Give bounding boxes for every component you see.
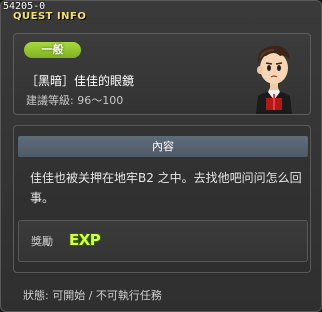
quest-info-window: 54205-0 QUEST INFO 一般 ［黑暗］佳佳的眼鏡 建議等級: 96… — [0, 0, 322, 312]
npc-portrait — [256, 45, 292, 114]
quest-content-panel: 內容 佳佳也被关押在地牢B2 之中。去找他吧问问怎么回事。 獎勵 EXP — [13, 125, 311, 273]
reward-label: 獎勵 — [31, 235, 53, 248]
quest-header-panel: 一般 ［黑暗］佳佳的眼鏡 建議等級: 96～100 — [13, 33, 311, 115]
quest-category-badge: 一般 — [24, 42, 81, 58]
recommended-level: 建議等級: 96～100 — [26, 94, 124, 107]
quest-description: 佳佳也被关押在地牢B2 之中。去找他吧问问怎么回事。 — [30, 171, 302, 205]
quest-status: 狀態: 可開始 / 不可執行任務 — [23, 289, 162, 302]
quest-name: ［黑暗］佳佳的眼鏡 — [26, 74, 135, 88]
window-title: QUEST INFO — [13, 11, 87, 22]
content-header: 內容 — [18, 136, 308, 157]
exp-icon: EXP — [69, 231, 101, 249]
reward-box: 獎勵 EXP — [18, 220, 308, 262]
